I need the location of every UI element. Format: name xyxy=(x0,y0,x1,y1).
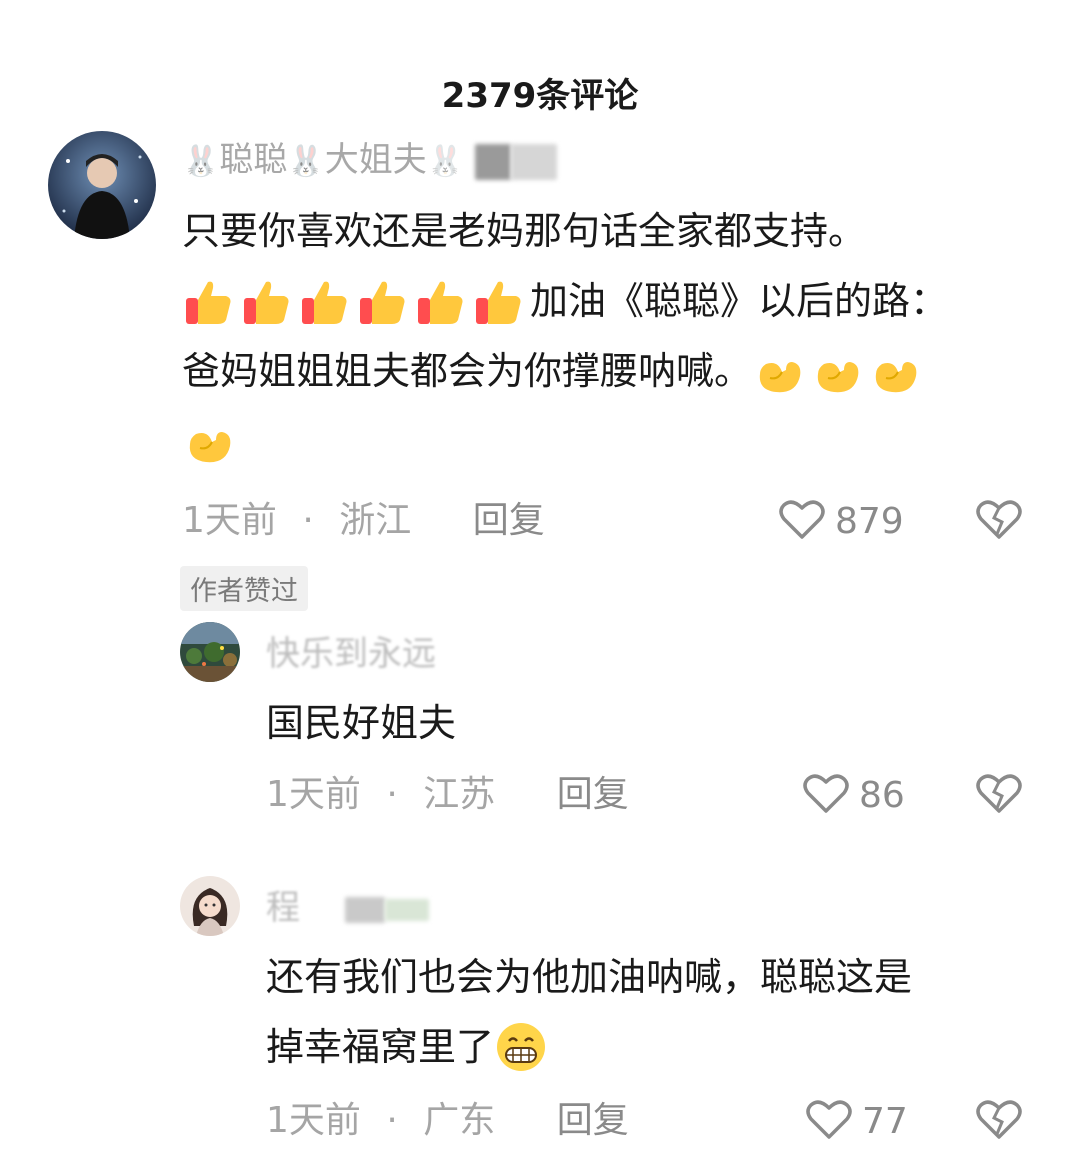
broken-heart-icon xyxy=(976,500,1022,544)
avatar[interactable] xyxy=(180,622,240,682)
rabbit-icon: 🐰 xyxy=(287,144,325,179)
avatar[interactable] xyxy=(48,131,156,239)
flexed-biceps-icon xyxy=(868,344,922,398)
comment-author[interactable]: 🐰聪聪🐰大姐夫🐰 xyxy=(182,138,557,182)
redacted-name-block xyxy=(474,143,511,180)
comment-time: 1天前 xyxy=(182,500,277,541)
meta-separator: · xyxy=(302,500,314,541)
thumbs-up-icon xyxy=(472,274,526,328)
reply-button[interactable]: 回复 xyxy=(557,1100,629,1141)
thumbs-up-icon xyxy=(240,274,294,328)
comment-meta: 1天前 · 江苏 回复 xyxy=(266,772,629,818)
comment-line xyxy=(182,406,948,476)
flexed-biceps-icon xyxy=(182,414,236,468)
heart-icon xyxy=(779,498,825,544)
like-count: 77 xyxy=(862,1100,908,1142)
meta-separator: · xyxy=(386,774,398,815)
reply-button[interactable]: 回复 xyxy=(473,500,545,541)
heart-icon xyxy=(806,1098,852,1144)
grinning-face-icon xyxy=(494,1020,548,1074)
flexed-biceps-icon xyxy=(752,344,806,398)
comment-location: 浙江 xyxy=(339,500,412,541)
dislike-button[interactable] xyxy=(976,772,1022,818)
comment-line: 爸妈姐姐姐夫都会为你撑腰呐喊。 xyxy=(182,336,948,406)
like-count: 86 xyxy=(859,774,905,816)
thumbs-up-icon xyxy=(182,274,236,328)
comment-line: 只要你喜欢还是老妈那句话全家都支持。 xyxy=(182,209,867,253)
redacted-name-block xyxy=(510,143,557,180)
comment-author[interactable]: 快乐到永远 xyxy=(266,632,436,676)
comment-line: 掉幸福窝里了 xyxy=(266,1012,912,1082)
comment-location: 江苏 xyxy=(423,774,496,815)
comment-location: 广东 xyxy=(423,1100,496,1141)
like-count: 879 xyxy=(835,500,904,542)
comment-text: 国民好姐夫 xyxy=(266,701,457,745)
thumbs-up-icon xyxy=(298,274,352,328)
comment-line: 加油《聪聪》以后的路： xyxy=(182,266,948,336)
meta-separator: · xyxy=(386,1100,398,1141)
rabbit-icon: 🐰 xyxy=(182,144,220,179)
flexed-biceps-icon xyxy=(810,344,864,398)
broken-heart-icon xyxy=(976,774,1022,818)
comment-time: 1天前 xyxy=(266,1100,361,1141)
comment-time: 1天前 xyxy=(266,774,361,815)
thumbs-up-icon xyxy=(356,274,410,328)
avatar[interactable] xyxy=(180,876,240,936)
comments-count-title: 2379条评论 xyxy=(441,76,639,116)
broken-heart-icon xyxy=(976,1100,1022,1144)
dislike-button[interactable] xyxy=(976,1098,1022,1144)
like-button[interactable]: 879 xyxy=(779,496,904,546)
dislike-button[interactable] xyxy=(976,498,1022,544)
comment-meta: 1天前 · 广东 回复 xyxy=(266,1098,629,1144)
rabbit-icon: 🐰 xyxy=(426,144,465,179)
comment-author[interactable]: 程 xyxy=(266,886,429,930)
like-button[interactable]: 77 xyxy=(806,1096,908,1146)
redacted-name-block xyxy=(344,896,385,923)
author-liked-badge: 作者赞过 xyxy=(180,566,308,611)
thumbs-up-icon xyxy=(414,274,468,328)
heart-icon xyxy=(803,772,849,818)
like-button[interactable]: 86 xyxy=(803,770,905,820)
comment-meta: 1天前 · 浙江 回复 xyxy=(182,498,545,544)
comment-text: 只要你喜欢还是老妈那句话全家都支持。 加油《聪聪》以后的路： 爸妈姐姐姐夫都会为… xyxy=(182,196,948,476)
redacted-name-block xyxy=(384,898,429,921)
comment-line: 还有我们也会为他加油呐喊，聪聪这是 xyxy=(266,955,913,999)
reply-button[interactable]: 回复 xyxy=(557,774,629,815)
comment-text: 还有我们也会为他加油呐喊，聪聪这是 掉幸福窝里了 xyxy=(266,942,912,1082)
